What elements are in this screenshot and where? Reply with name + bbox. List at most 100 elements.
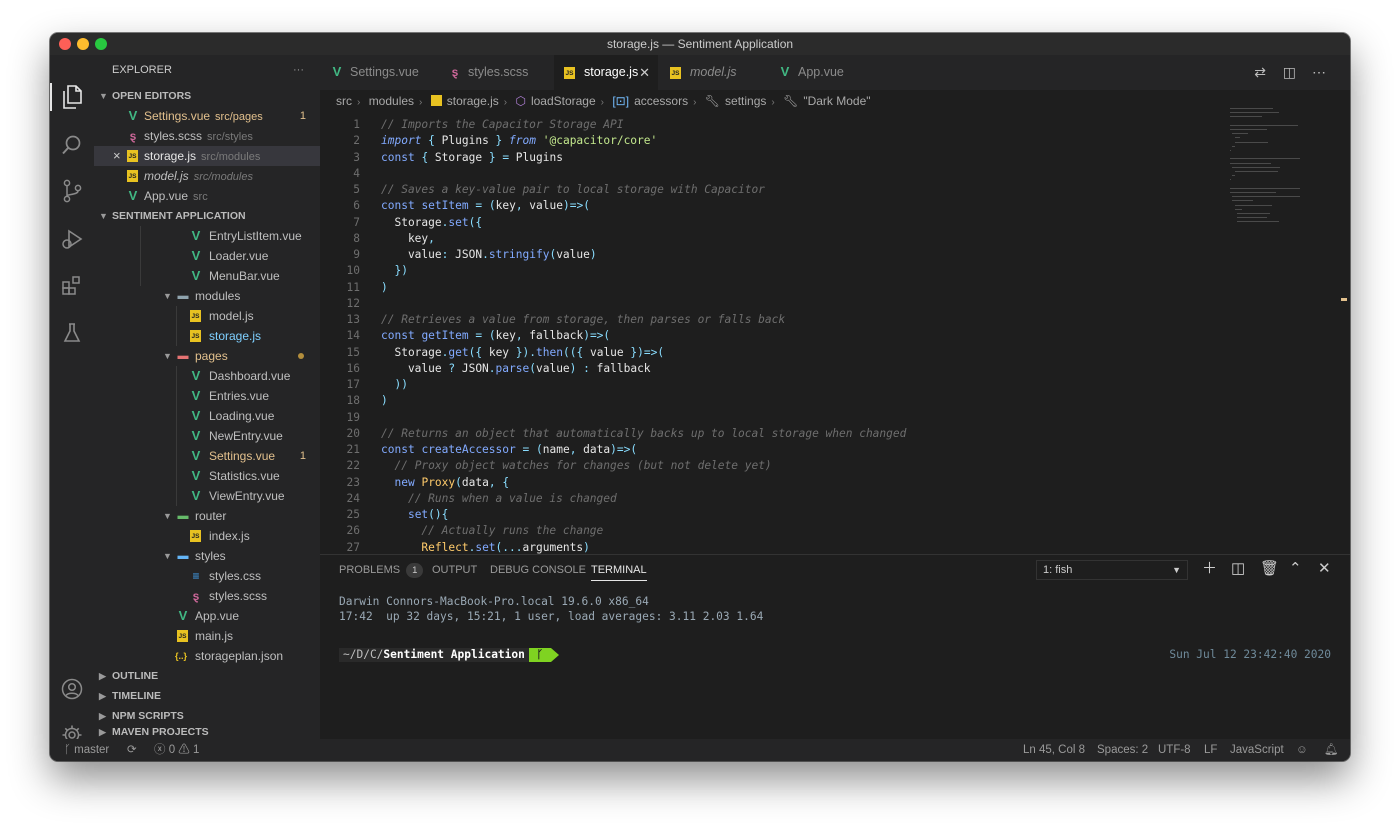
tree-file[interactable]: ȿ styles.scss [94,586,320,606]
testing-flask-icon[interactable] [58,319,86,347]
tree-folder-styles[interactable]: ▼ ▬ styles [94,546,320,566]
explorer-icon[interactable] [58,83,86,111]
code-line[interactable]: value ? JSON.parse(value) : fallback [381,361,651,377]
breadcrumb-item[interactable]: "Dark Mode" [803,94,870,108]
indentation-status[interactable]: Spaces: 2 [1097,739,1148,761]
code-line[interactable]: new Proxy(data, { [381,475,509,491]
tree-file[interactable]: V Dashboard.vue [94,366,320,386]
tree-file[interactable]: JS main.js [94,626,320,646]
terminal-select[interactable]: 1: fish ▼ [1036,560,1188,580]
branch-status[interactable]: ᚴ master [64,739,109,761]
minimap[interactable] [1230,108,1340,238]
npm-scripts-section[interactable]: ▶ NPM SCRIPTS [94,706,320,726]
close-tab-icon[interactable]: ✕ [639,55,650,90]
code-line[interactable]: // Retrieves a value from storage, then … [381,312,785,328]
code-line[interactable]: // Imports the Capacitor Storage API [381,117,623,133]
encoding-status[interactable]: UTF-8 [1158,739,1191,761]
close-editor-icon[interactable]: × [113,146,121,166]
run-debug-icon[interactable] [58,225,86,253]
tab-model-js[interactable]: JS model.js [660,55,766,90]
trash-icon[interactable]: 🗑︎ [1260,559,1279,579]
tree-file[interactable]: V Loading.vue [94,406,320,426]
code-line[interactable]: const createAccessor = (name, data)=>( [381,442,637,458]
open-editor-item-active[interactable]: × JS storage.js src/modules [94,146,320,166]
code-line[interactable]: // Saves a key-value pair to local stora… [381,182,765,198]
split-editor-icon[interactable]: ◫ [1283,55,1296,90]
tree-file[interactable]: V MenuBar.vue [94,266,320,286]
code-line[interactable]: // Returns an object that automatically … [381,426,906,442]
outline-section[interactable]: ▶ OUTLINE [94,666,320,686]
code-line[interactable]: const getItem = (key, fallback)=>( [381,328,610,344]
tab-terminal[interactable]: TERMINAL [591,555,647,585]
code-line[interactable]: }) [381,263,408,279]
project-section[interactable]: ▼ SENTIMENT APPLICATION [94,206,320,226]
code-editor[interactable]: 1 // Imports the Capacitor Storage API 2 im… [320,112,1350,554]
breadcrumb-item[interactable]: src [336,94,352,108]
tree-file[interactable]: JS model.js [94,306,320,326]
tree-file[interactable]: V Loader.vue [94,246,320,266]
code-line[interactable]: ) [381,280,388,296]
maximize-panel-icon[interactable]: ⌃ [1289,559,1302,579]
tab-storage-js[interactable]: JS storage.js ✕ [554,55,658,90]
tab-settings-vue[interactable]: V Settings.vue [320,55,436,90]
tree-file[interactable]: V ViewEntry.vue [94,486,320,506]
account-icon[interactable] [58,675,86,703]
tree-file[interactable]: V Settings.vue 1 [94,446,320,466]
tree-folder-router[interactable]: ▼ ▬ router [94,506,320,526]
tree-file[interactable]: ≡ styles.css [94,566,320,586]
source-control-icon[interactable] [58,177,86,205]
tab-problems[interactable]: PROBLEMS 1 [339,555,424,585]
extensions-icon[interactable] [58,271,86,299]
code-line[interactable]: // Actually runs the change [381,523,603,539]
code-line[interactable]: // Proxy object watches for changes (but… [381,458,771,474]
code-line[interactable]: import { Plugins } from '@capacitor/core… [381,133,657,149]
code-line[interactable]: Storage.get({ key }).then(({ value })=>( [381,345,664,361]
maven-projects-section[interactable]: ▶ MAVEN PROJECTS [94,725,320,739]
tab-output[interactable]: OUTPUT [432,555,477,585]
open-editor-item[interactable]: V Settings.vue src/pages 1 [94,106,320,126]
code-line[interactable]: key, [381,231,435,247]
tree-file[interactable]: JS index.js [94,526,320,546]
language-mode[interactable]: JavaScript [1230,739,1284,761]
tab-debug-console[interactable]: DEBUG CONSOLE [490,555,586,585]
sync-icon[interactable]: ⟳ [127,739,137,761]
tab-styles-scss[interactable]: ȿ styles.scss [438,55,552,90]
tree-file[interactable]: V App.vue [94,606,320,626]
new-terminal-icon[interactable]: ＋ [1202,559,1217,579]
code-line[interactable]: set(){ [381,507,448,523]
problems-status[interactable]: ⓧ 0 ⚠ 1 [154,739,199,761]
code-line[interactable]: value: JSON.stringify(value) [381,247,597,263]
cursor-position[interactable]: Ln 45, Col 8 [1023,739,1085,761]
code-line[interactable]: const setItem = (key, value)=>( [381,198,590,214]
tree-file[interactable]: V NewEntry.vue [94,426,320,446]
tree-file[interactable]: V Statistics.vue [94,466,320,486]
explorer-more-icon[interactable]: ··· [293,55,304,85]
open-editor-item[interactable]: V App.vue src [94,186,320,206]
more-actions-icon[interactable]: ⋯ [1312,55,1326,90]
breadcrumb-item[interactable]: storage.js [447,94,499,108]
tree-file[interactable]: V EntryListItem.vue [94,226,320,246]
search-icon[interactable] [58,131,86,159]
feedback-icon[interactable]: ☺ [1296,739,1308,761]
tree-folder-pages[interactable]: ▼ ▬ pages [94,346,320,366]
eol-status[interactable]: LF [1204,739,1217,761]
code-line[interactable]: // Runs when a value is changed [381,491,617,507]
open-editors-section[interactable]: ▼ OPEN EDITORS [94,86,320,106]
open-editor-item[interactable]: ȿ styles.scss src/styles [94,126,320,146]
code-line[interactable]: Reflect.set(...arguments) [381,540,589,555]
close-panel-icon[interactable]: ✕ [1318,559,1331,579]
code-line[interactable]: const { Storage } = Plugins [381,150,563,166]
code-line[interactable]: )) [381,377,408,393]
breadcrumb-item[interactable]: loadStorage [531,94,596,108]
breadcrumb-item[interactable]: settings [725,94,766,108]
code-line[interactable]: ) [381,393,388,409]
open-editor-item[interactable]: JS model.js src/modules [94,166,320,186]
breadcrumb-item[interactable]: modules [369,94,414,108]
tab-app-vue[interactable]: V App.vue [768,55,868,90]
notifications-bell-icon[interactable]: 🔔︎ [1324,739,1339,761]
minimize-window-button[interactable] [77,38,89,50]
split-terminal-icon[interactable]: ◫ [1231,559,1245,579]
maximize-window-button[interactable] [95,38,107,50]
tree-file-active[interactable]: JS storage.js [94,326,320,346]
breadcrumb-item[interactable]: accessors [634,94,688,108]
